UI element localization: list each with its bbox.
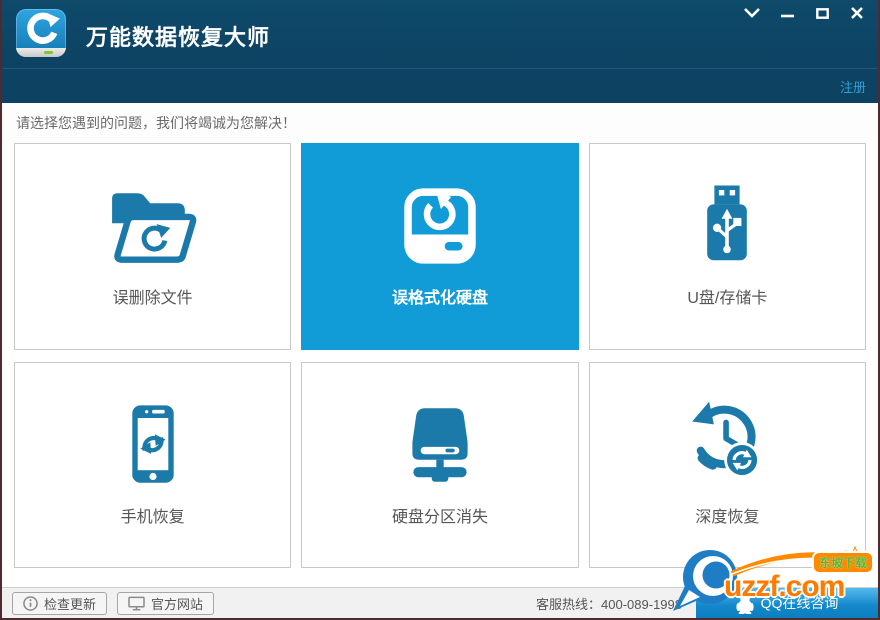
card-label: 硬盘分区消失 [302,503,577,527]
folder-restore-icon [15,176,290,276]
drive-restore-icon [302,176,577,276]
card-label: 深度恢复 [590,503,865,527]
phone-restore-icon [15,395,290,495]
problem-card-grid: 误删除文件 误格式化硬盘 [14,143,866,568]
hotline-text: 客服热线：400-089-1998 [536,594,682,613]
card-label: 手机恢复 [15,503,290,527]
qq-penguin-icon [736,593,754,614]
card-deleted-files[interactable]: 误删除文件 [14,143,291,350]
deep-recovery-icon [590,395,865,495]
qq-consult-button[interactable]: QQ在线咨询 [696,588,878,618]
register-link[interactable]: 注册 [840,77,866,96]
card-label: 误格式化硬盘 [302,284,577,308]
chevron-down-icon[interactable] [743,6,761,20]
usb-drive-icon [590,176,865,276]
card-deep-recovery[interactable]: 深度恢复 [589,362,866,568]
card-partition-lost[interactable]: 硬盘分区消失 [301,362,578,568]
app-window: 万能数据恢复大师 注册 请选择您遇到的问题，我们将竭诚为您解决！ [0,0,880,620]
card-usb-storage[interactable]: U盘/存储卡 [589,143,866,350]
footer-bar: 检查更新 官方网站 客服热线：400-089-1998 QQ在线咨询 [2,587,878,618]
info-icon [23,596,38,611]
close-icon[interactable] [848,6,866,20]
app-logo-icon [16,9,66,57]
drive-partition-icon [302,395,577,495]
window-controls [743,6,866,20]
titlebar: 万能数据恢复大师 [2,0,878,68]
card-label: U盘/存储卡 [590,284,865,308]
card-formatted-disk[interactable]: 误格式化硬盘 [301,143,578,350]
check-update-button[interactable]: 检查更新 [12,592,107,615]
maximize-icon[interactable] [813,6,831,20]
minimize-icon[interactable] [778,6,796,20]
prompt-bar: 请选择您遇到的问题，我们将竭诚为您解决！ [2,103,878,143]
prompt-text: 请选择您遇到的问题，我们将竭诚为您解决！ [16,113,296,133]
monitor-icon [128,596,145,611]
register-bar: 注册 [2,68,878,103]
official-site-button[interactable]: 官方网站 [117,592,214,615]
card-phone-recovery[interactable]: 手机恢复 [14,362,291,568]
card-label: 误删除文件 [15,284,290,308]
window-title: 万能数据恢复大师 [86,20,270,52]
